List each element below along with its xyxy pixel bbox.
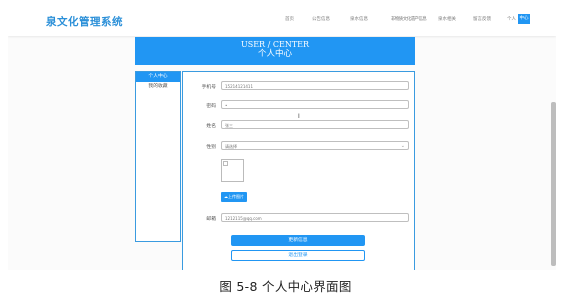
brand-title: 泉文化管理系统	[46, 16, 123, 28]
name-label: 姓名	[206, 124, 216, 129]
sidebar-item-favorites[interactable]: 我的收藏	[136, 82, 180, 92]
sidebar: 个人中心 我的收藏	[135, 71, 181, 242]
banner-title-en: USER / CENTER	[240, 40, 310, 49]
sidebar-item-profile[interactable]: 个人中心	[136, 72, 180, 82]
banner-title-cn: 个人中心	[257, 49, 292, 59]
email-label: 邮箱	[206, 217, 216, 222]
phone-label: 手机号	[201, 85, 216, 90]
user-center-banner: USER / CENTER 个人中心	[135, 37, 415, 65]
update-info-button[interactable]: 更新信息	[231, 235, 365, 246]
nav-feedback[interactable]: 留言反馈	[473, 16, 491, 22]
gender-select[interactable]: 请选择 ⌄	[221, 141, 409, 150]
nav-home[interactable]: 首页	[285, 16, 294, 22]
upload-button-label: 上传图片	[228, 194, 244, 199]
nav-profile-label[interactable]: 个人	[507, 16, 516, 22]
avatar-image	[221, 159, 244, 182]
chevron-down-icon: ⌄	[400, 143, 405, 149]
phone-input[interactable]: 15214121411	[221, 81, 409, 90]
gender-select-value: 请选择	[225, 144, 237, 149]
gender-label: 性别	[206, 145, 216, 150]
top-navbar: 泉文化管理系统 首页 公告信息 泉水信息 非物质文化遗产信息 泉水相关 留言反馈…	[8, 6, 556, 36]
nav-spring-related[interactable]: 泉水相关	[438, 16, 456, 22]
nav-spring-info[interactable]: 泉水信息	[350, 16, 368, 22]
name-input[interactable]: 张三	[221, 120, 409, 129]
nav-announcements[interactable]: 公告信息	[312, 16, 330, 22]
upload-image-button[interactable]: ☁上传图片	[221, 192, 247, 202]
app-screen: 泉文化管理系统 首页 公告信息 泉水信息 非物质文化遗产信息 泉水相关 留言反馈…	[8, 6, 556, 270]
nav-intangible-heritage[interactable]: 非物质文化遗产信息	[391, 16, 427, 22]
email-input[interactable]: 1212115@qq.com	[221, 213, 409, 222]
broken-image-icon	[223, 161, 228, 166]
password-input[interactable]: •	[221, 100, 409, 109]
figure-caption: 图 5-8 个人中心界面图	[219, 279, 352, 294]
password-label: 密码	[206, 104, 216, 109]
text-cursor-icon: I	[298, 113, 300, 120]
nav-profile-active[interactable]: 中心	[518, 14, 530, 24]
logout-button[interactable]: 退出登录	[231, 250, 365, 261]
scrollbar[interactable]	[551, 102, 556, 266]
